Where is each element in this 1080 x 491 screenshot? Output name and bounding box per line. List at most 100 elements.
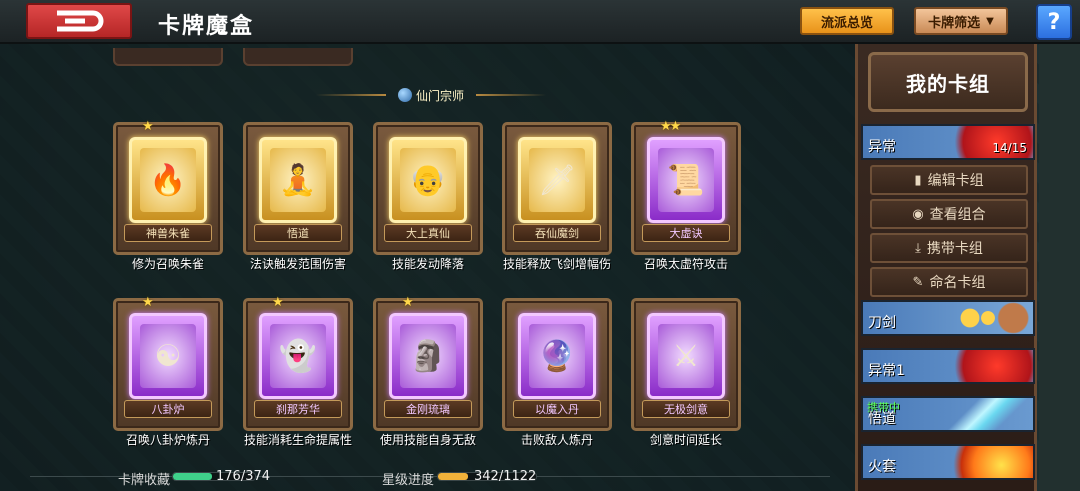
card-7[interactable]: 👻 ★ 刹那芳华 [243,295,353,431]
rename-deck-button[interactable]: ✎ 命名卡组 [870,267,1028,297]
edit-deck-button[interactable]: ▮ 编辑卡组 [870,165,1028,195]
card-stub [113,48,223,66]
card-name: 以魔入丹 [513,400,601,418]
card-name: 金刚琉璃 [384,400,472,418]
spirit-icon: 👻 [270,324,326,388]
deck-name: 异常1 [868,363,905,379]
card-10[interactable]: ⚔ 无极剑意 [631,298,741,431]
crystal-orb-icon: 🔮 [529,324,585,388]
top-bar: 卡牌魔盒 流派总览 卡牌筛选 ▼ ? [0,0,1080,44]
card-frame: 🔥 [129,137,207,223]
card-8[interactable]: 🗿 ★ 金刚琉璃 [373,295,483,431]
star-rating: ★ [142,119,154,134]
current-deck-count: 14/15 [992,141,1027,155]
immortal-icon: 👴 [400,148,456,212]
section-title: 仙门宗师 [415,88,464,103]
deck-name: 刀剑 [868,315,896,331]
carry-deck-label: 携带卡组 [926,241,983,257]
back-button[interactable] [26,3,132,39]
card-frame: 👴 [389,137,467,223]
card-2[interactable]: 🧘 悟道 [243,122,353,255]
card-1[interactable]: 🔥 ★ 神兽朱雀 [113,119,223,255]
card-frame: 🔮 [518,313,596,399]
phoenix-icon: 🔥 [140,148,196,212]
collection-value: 176/374 [216,469,271,484]
card-9[interactable]: 🔮 以魔入丹 [502,298,612,431]
card-description: 技能消耗生命提属性 [243,433,352,447]
section-header: 仙门宗师 [316,84,486,106]
card-name: 八卦炉 [124,400,212,418]
eye-icon: ◉ [912,206,924,222]
talisman-icon: 📜 [658,148,714,212]
card-name: 悟道 [254,224,342,242]
page-title: 卡牌魔盒 [158,14,255,39]
card-frame: ☯ [129,313,207,399]
deck-item[interactable]: 异常1 [861,348,1035,384]
star-progress-label: 星级进度 [382,473,435,488]
star-rating: ★★ [660,119,681,134]
chevron-down-icon: ▼ [986,15,994,27]
card-description: 使用技能自身无敌 [379,433,476,447]
card-name: 无极剑意 [642,400,730,418]
current-deck-name: 异常 [868,139,896,155]
deck-item[interactable]: 火套 [861,444,1035,480]
deck-art [943,398,1033,430]
collection-progress-fill [173,473,212,480]
card-name: 吞仙魔剑 [513,224,601,242]
download-icon: ⤓ [915,240,921,256]
overview-button[interactable]: 流派总览 [800,7,894,35]
card-description: 技能发动降落 [391,257,464,271]
card-frame: ⚔ [647,313,725,399]
current-deck[interactable]: 异常 14/15 [861,124,1035,160]
view-combo-button[interactable]: ◉ 查看组合 [870,199,1028,229]
card-frame: 🗡 [518,137,596,223]
deck-name: 悟道 [868,411,896,427]
deck-art [943,350,1033,382]
star-progress-fill [438,473,468,480]
demon-sword-icon: 🗡 [529,148,585,212]
filter-button[interactable]: 卡牌筛选 ▼ [914,7,1008,35]
star-progress-value: 342/1122 [474,469,537,484]
card-frame: 👻 [259,313,337,399]
deck-name: 火套 [868,459,896,475]
card-description: 技能释放飞剑增幅伤 [502,257,611,271]
filter-label: 卡牌筛选 [928,15,981,31]
pencil-icon: ✎ [912,274,924,290]
card-description: 召唤太虚符攻击 [643,257,728,271]
card-name: 大虚诀 [642,224,730,242]
card-icon: ▮ [914,172,922,188]
card-3[interactable]: 👴 大上真仙 [373,122,483,255]
card-frame: 📜 [647,137,725,223]
scrollbar[interactable] [1039,44,1080,491]
deck-item[interactable]: 携带中 悟道 [861,396,1035,432]
carry-deck-button[interactable]: ⤓ 携带卡组 [870,233,1028,263]
back-arrow-icon [57,10,104,32]
buddha-icon: 🗿 [400,324,456,388]
card-4[interactable]: 🗡 吞仙魔剑 [502,122,612,255]
edit-deck-label: 编辑卡组 [927,173,984,189]
collection-label: 卡牌收藏 [118,473,171,488]
coins-icon [943,302,1033,334]
fire-icon [943,446,1033,478]
card-frame: 🧘 [259,137,337,223]
panel-title: 我的卡组 [868,52,1028,112]
card-description: 召唤八卦炉炼丹 [125,433,210,447]
star-rating: ★ [142,295,154,310]
card-frame: 🗿 [389,313,467,399]
sword-intent-icon: ⚔ [658,324,714,388]
card-6[interactable]: ☯ ★ 八卦炉 [113,295,223,431]
card-name: 刹那芳华 [254,400,342,418]
card-description: 法诀触发范围伤害 [249,257,346,271]
card-description: 修为召唤朱雀 [131,257,204,271]
globe-icon [397,88,412,102]
deck-item[interactable]: 刀剑 [861,300,1035,336]
rename-deck-label: 命名卡组 [929,275,986,291]
card-5[interactable]: 📜 ★★ 大虚诀 [631,119,741,255]
deck-panel: 我的卡组 异常 14/15 ▮ 编辑卡组 ◉ 查看组合 ⤓ 携带卡组 ✎ 命名卡… [855,44,1037,491]
furnace-icon: ☯ [140,324,196,388]
help-button[interactable]: ? [1036,4,1072,40]
card-description: 击败敌人炼丹 [520,433,593,447]
star-rating: ★ [402,295,414,310]
card-description: 剑意时间延长 [649,433,722,447]
card-name: 神兽朱雀 [124,224,212,242]
